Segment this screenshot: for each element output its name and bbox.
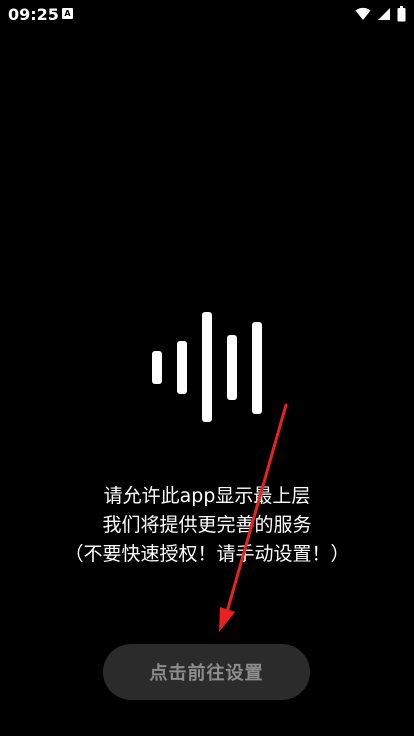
status-bar: 09:25 A [0,0,414,30]
permission-message: 请允许此app显示最上层 我们将提供更完善的服务 （不要快速授权！请手动设置！） [0,482,414,569]
wave-bar [227,335,237,400]
wifi-icon [355,7,371,21]
status-time: 09:25 [8,5,59,24]
signal-icon [377,7,391,21]
status-icons [355,6,406,22]
notification-icon: A [62,8,73,19]
message-line-2: 我们将提供更完善的服务 [102,514,312,536]
message-line-1: 请允许此app显示最上层 [103,485,311,507]
wave-bar [152,351,162,384]
message-line-3: （不要快速授权！请手动设置！） [64,543,350,565]
wave-bar [177,341,187,394]
battery-icon [397,6,406,22]
red-arrow-icon [219,403,288,632]
go-to-settings-button[interactable]: 点击前往设置 [103,644,310,700]
